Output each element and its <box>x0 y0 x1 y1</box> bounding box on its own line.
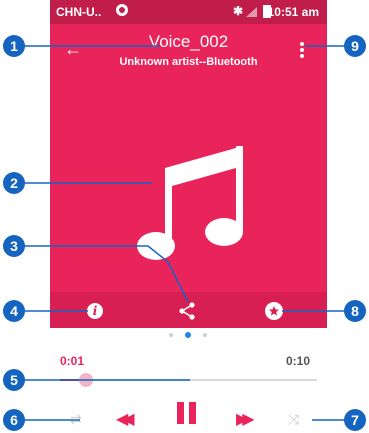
callout-9: 9 <box>344 35 366 57</box>
callout-3: 3 <box>3 235 25 257</box>
callout-lines <box>24 45 346 421</box>
callout-8: 8 <box>344 300 366 322</box>
callout-7: 7 <box>344 409 366 431</box>
callout-4: 4 <box>3 300 25 322</box>
callout-1: 1 <box>3 35 25 57</box>
callout-5: 5 <box>3 369 25 391</box>
callout-6: 6 <box>3 409 25 431</box>
callout-2: 2 <box>3 172 25 194</box>
